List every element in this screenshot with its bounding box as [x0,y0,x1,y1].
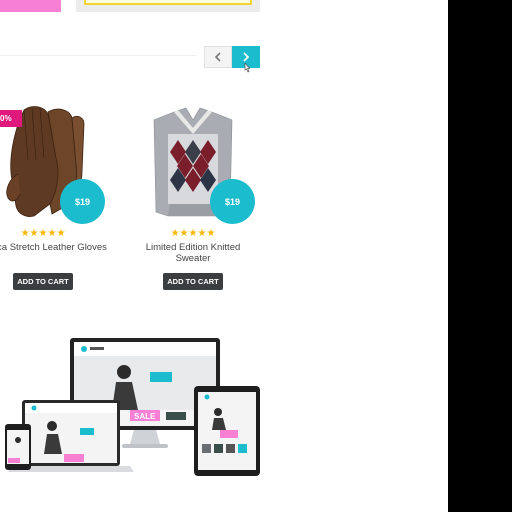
price-badge: $19 [210,179,255,224]
star-rating: ★★★★★ [20,228,66,239]
chevron-left-icon [214,52,221,62]
yellow-banner[interactable] [76,0,260,12]
add-to-cart-button[interactable]: ADD TO CART [13,273,73,290]
carousel-prev-button[interactable] [204,46,232,68]
mouse-cursor-icon [244,63,251,73]
product-name[interactable]: Mocca Stretch Leather Gloves [0,242,108,253]
star-rating: ★★★★★ [170,228,216,239]
price-badge: $19 [60,179,105,224]
add-to-cart-button[interactable]: ADD TO CART [163,273,223,290]
product-name[interactable]: Limited Edition Knitted Sweater [128,242,258,264]
section-divider [0,55,196,56]
pink-banner[interactable] [0,0,61,12]
discount-badge: 0% [0,110,22,127]
chevron-right-icon [243,52,250,62]
monitor-sale-badge: SALE [134,412,156,421]
black-side-area [448,0,512,512]
product-card[interactable]: $19 ★★★★★ Limited Edition Knitted Sweate… [128,100,258,290]
responsive-devices-image: SALE [5,338,260,476]
product-card[interactable]: 0% $19 ★★★★★ Mocca Stretch Leather Glove… [0,100,108,290]
